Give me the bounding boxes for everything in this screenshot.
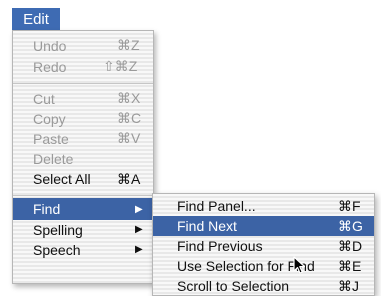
submenu-arrow-icon: ▶ <box>135 224 143 235</box>
menu-item-label: Delete <box>33 150 74 167</box>
menu-item-undo: Undo ⌘Z <box>13 34 153 57</box>
edit-menu: Undo ⌘Z Redo ⇧⌘Z Cut ⌘X Copy ⌘C Paste ⌘V… <box>12 30 154 284</box>
menu-item-shortcut: ⌘V <box>117 130 141 146</box>
menu-item-label: Find Previous <box>177 238 263 254</box>
menu-item-spelling[interactable]: Spelling ▶ <box>13 219 153 240</box>
menu-item-shortcut: ⌘G <box>338 217 363 234</box>
submenu-item-use-selection-for-find[interactable]: Use Selection for Find ⌘E <box>153 256 374 276</box>
menu-item-delete: Delete <box>13 148 153 169</box>
menu-item-find[interactable]: Find ▶ <box>13 198 153 220</box>
find-submenu: Find Panel... ⌘F Find Next ⌘G Find Previ… <box>152 193 375 296</box>
menu-item-label: Cut <box>33 90 55 107</box>
menu-item-speech[interactable]: Speech ▶ <box>13 239 153 260</box>
menu-item-label: Scroll to Selection <box>177 278 290 294</box>
menu-item-shortcut: ⌘Z <box>117 37 140 53</box>
mouse-pointer-icon <box>293 256 306 274</box>
menu-item-paste: Paste ⌘V <box>13 128 153 149</box>
menu-separator <box>13 83 153 84</box>
menu-item-label: Find Next <box>177 218 237 234</box>
menu-item-shortcut: ⌘F <box>338 197 361 214</box>
edit-menu-title-label: Edit <box>23 10 49 28</box>
menu-item-label: Select All <box>33 171 91 187</box>
menu-item-shortcut: ⌘X <box>117 90 141 106</box>
menu-item-cut: Cut ⌘X <box>13 88 153 109</box>
menu-item-label: Redo <box>33 58 67 75</box>
menu-item-copy: Copy ⌘C <box>13 108 153 129</box>
menu-item-label: Undo <box>33 37 67 54</box>
menu-item-shortcut: ⌘E <box>338 257 362 274</box>
submenu-item-find-panel[interactable]: Find Panel... ⌘F <box>153 196 374 216</box>
menu-item-label: Find Panel... <box>177 198 256 214</box>
menu-item-redo: Redo ⇧⌘Z <box>13 55 153 78</box>
menu-separator <box>13 195 153 196</box>
menu-item-shortcut: ⌘A <box>117 170 141 187</box>
menu-item-label: Find <box>33 201 61 217</box>
edit-menu-title[interactable]: Edit <box>12 8 60 30</box>
submenu-arrow-icon: ▶ <box>135 203 143 215</box>
submenu-arrow-icon: ▶ <box>135 244 143 255</box>
menu-item-shortcut: ⌘D <box>338 237 363 254</box>
menu-item-shortcut: ⇧⌘Z <box>103 58 138 74</box>
menu-item-label: Copy <box>33 110 66 127</box>
submenu-item-scroll-to-selection[interactable]: Scroll to Selection ⌘J <box>153 276 374 296</box>
menu-item-shortcut: ⌘J <box>338 277 359 294</box>
submenu-item-find-previous[interactable]: Find Previous ⌘D <box>153 236 374 256</box>
menu-item-select-all[interactable]: Select All ⌘A <box>13 168 153 190</box>
menu-item-label: Speech <box>33 241 81 258</box>
menu-item-label: Spelling <box>33 221 83 238</box>
submenu-item-find-next[interactable]: Find Next ⌘G <box>153 216 374 236</box>
menu-item-shortcut: ⌘C <box>117 110 142 126</box>
menu-item-label: Paste <box>33 130 69 147</box>
